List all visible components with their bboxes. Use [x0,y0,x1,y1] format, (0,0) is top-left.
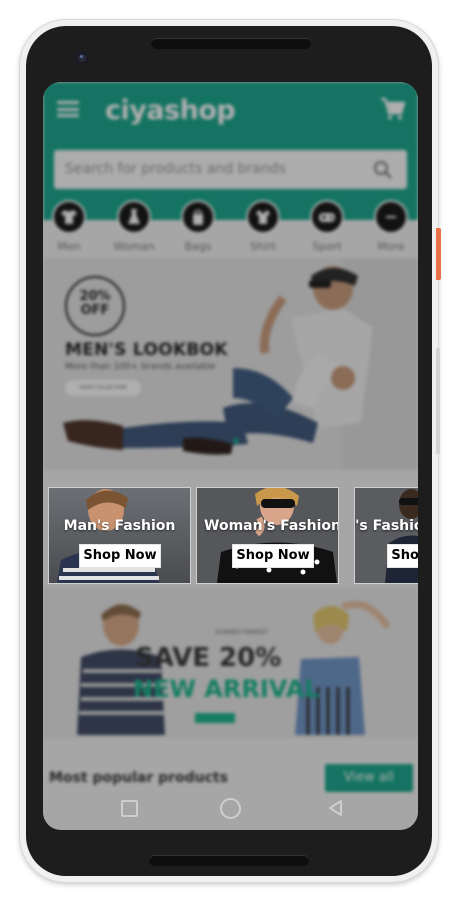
tile-title: Man's Fashion [63,518,176,534]
man-photo [49,488,190,583]
power-button [436,228,441,280]
bottom-speaker [149,855,309,866]
android-navigation-bar [43,786,418,830]
shop-now-button[interactable]: Shop Now [387,544,418,568]
shop-now-button[interactable]: Shop Now [79,544,161,568]
earpiece-speaker [151,38,311,49]
back-icon[interactable] [326,798,346,818]
home-icon[interactable] [220,798,241,819]
tile-womens-fashion[interactable]: Woman's Fashion Shop Now [196,487,339,584]
kid-photo [355,488,418,583]
phone-screen: ciyashop Search for products and brands … [43,82,418,830]
tile-title: Kid's Fashion [355,518,418,534]
tile-mens-fashion[interactable]: Man's Fashion Shop Now [48,487,191,584]
tile-title: Woman's Fashion [204,518,339,534]
front-camera [75,51,89,65]
volume-button [436,348,440,454]
category-tiles: Man's Fashion Shop Now Woman's Fashion S… [43,487,418,584]
dim-overlay [43,82,418,830]
woman-photo [197,488,338,583]
recent-apps-icon[interactable] [121,800,138,817]
tile-kids-fashion[interactable]: Kid's Fashion Shop Now [354,487,418,584]
shop-now-button[interactable]: Shop Now [232,544,314,568]
